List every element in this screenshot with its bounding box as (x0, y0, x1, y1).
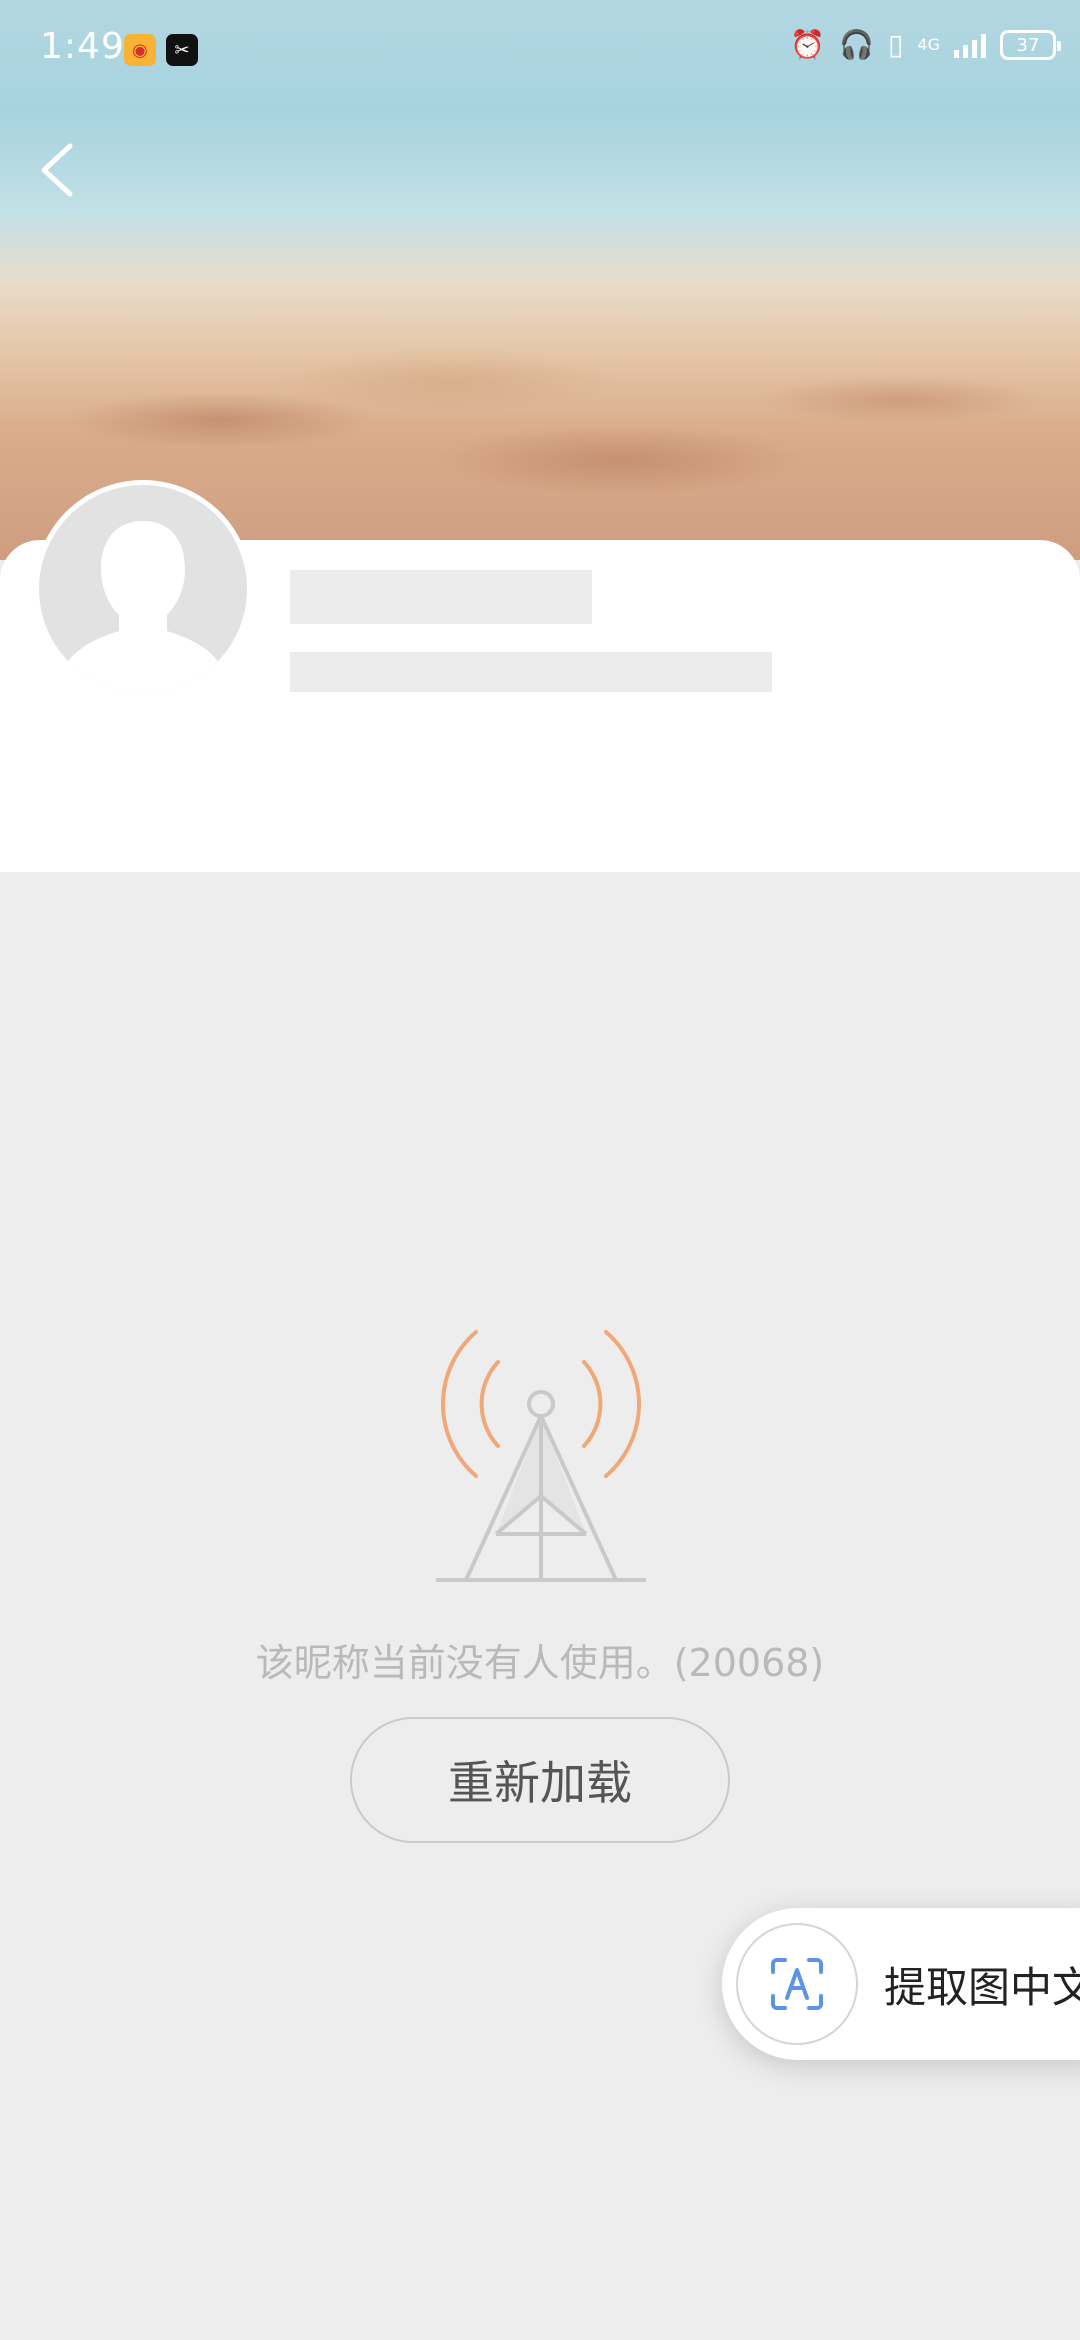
avatar (34, 480, 252, 698)
extract-text-label: 提取图中文 (884, 1962, 1080, 2012)
signal-tower-icon (436, 1330, 646, 1582)
subtitle-placeholder (290, 652, 772, 692)
text-scan-icon (736, 1923, 858, 2045)
battery-indicator: 37 (1000, 30, 1061, 60)
alarm-icon: ⏰ (790, 28, 826, 61)
back-button[interactable] (28, 130, 88, 210)
nickname-placeholder (290, 570, 592, 624)
status-indicators: ⏰ 🎧 ▯ 4G 37 (790, 28, 1061, 61)
chevron-left-icon (41, 143, 73, 197)
vibrate-icon: ▯ (888, 28, 904, 61)
extract-text-button[interactable]: 提取图中文 (722, 1908, 1080, 2060)
signal-4g-icon: 4G (917, 35, 940, 54)
status-bar: 1:49 ◉ ✂ ⏰ 🎧 ▯ 4G 37 (0, 0, 1080, 100)
headphones-icon: 🎧 (839, 28, 874, 61)
default-avatar-icon (39, 485, 247, 693)
capcut-icon: ✂ (166, 34, 198, 66)
reload-button[interactable]: 重新加载 (350, 1717, 730, 1843)
signal-bars-icon (954, 32, 986, 58)
status-time: 1:49 (40, 26, 125, 67)
error-message: 该昵称当前没有人使用。(20068) (255, 1641, 825, 1685)
battery-level: 37 (1016, 34, 1040, 56)
weibo-icon: ◉ (124, 34, 156, 66)
